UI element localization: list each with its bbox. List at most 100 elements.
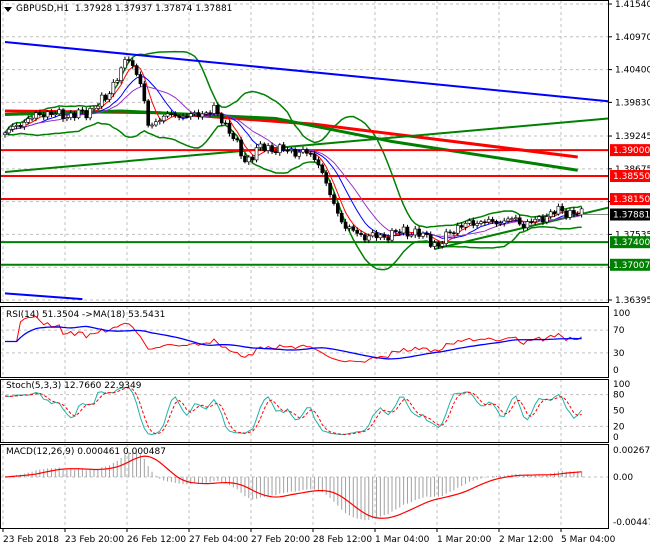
candle-body bbox=[115, 80, 120, 83]
candle-body bbox=[293, 149, 298, 157]
candle-body bbox=[169, 113, 174, 115]
candle-body bbox=[14, 125, 19, 127]
candle-body bbox=[285, 149, 290, 152]
time-axis-label: 28 Feb 12:00 bbox=[313, 535, 372, 545]
candle-body bbox=[57, 109, 61, 115]
candle-body bbox=[467, 220, 472, 224]
candle-body bbox=[556, 206, 561, 215]
candle-body bbox=[537, 216, 541, 220]
candle-body bbox=[274, 151, 278, 154]
candle-body bbox=[471, 220, 476, 226]
low-value: 1.37874 bbox=[155, 4, 193, 14]
rsi-ma-line bbox=[5, 325, 582, 360]
candle-body bbox=[533, 219, 537, 223]
candle-body bbox=[158, 120, 162, 123]
candle-body bbox=[366, 235, 371, 241]
candle-body bbox=[173, 113, 178, 117]
candle-body bbox=[216, 105, 220, 114]
candle-body bbox=[92, 107, 96, 110]
candle-body bbox=[111, 82, 116, 95]
candle-body bbox=[270, 145, 274, 152]
candle-body bbox=[386, 237, 390, 241]
candle-body bbox=[324, 172, 329, 184]
time-axis-label: 26 Feb 12:00 bbox=[127, 535, 186, 545]
time-axis-label: 27 Feb 04:00 bbox=[189, 535, 248, 545]
candle-body bbox=[455, 225, 460, 234]
candle-body bbox=[45, 111, 50, 118]
candle-body bbox=[3, 132, 7, 135]
candle-body bbox=[351, 226, 356, 231]
time-axis-label: 5 Mar 04:00 bbox=[561, 535, 616, 545]
macd-axis-label: -0.004477 bbox=[613, 518, 650, 528]
time-axis-label: 27 Feb 20:00 bbox=[251, 535, 310, 545]
candle-body bbox=[177, 115, 181, 118]
candle-body bbox=[308, 153, 313, 155]
high-value: 1.37937 bbox=[115, 4, 153, 14]
candle-body bbox=[119, 67, 123, 81]
candle-body bbox=[231, 133, 236, 139]
candle-body bbox=[378, 234, 383, 239]
candle-body bbox=[517, 217, 522, 225]
candle-body bbox=[34, 112, 38, 119]
symbol-dropdown-icon[interactable] bbox=[4, 7, 12, 12]
candle-body bbox=[394, 230, 398, 233]
bollinger-upper bbox=[4, 50, 582, 229]
symbol-label: GBPUSD,H1 bbox=[16, 4, 70, 14]
candle-body bbox=[514, 217, 518, 220]
candle-body bbox=[123, 59, 127, 69]
macd-label: MACD(12,26,9) 0.000461 0.000487 bbox=[6, 447, 166, 457]
candle-body bbox=[181, 116, 185, 118]
open-value: 1.37928 bbox=[74, 4, 113, 14]
candle-body bbox=[96, 105, 100, 109]
candle-body bbox=[452, 232, 456, 234]
stoch-axis-label: 80 bbox=[613, 391, 625, 401]
rsi-line bbox=[5, 315, 582, 363]
candle-body bbox=[579, 208, 584, 215]
candle-body bbox=[7, 128, 11, 134]
candle-body bbox=[277, 144, 282, 154]
rsi-axis-label: 0 bbox=[613, 366, 619, 376]
level-price-label: 1.37400 bbox=[613, 238, 650, 248]
candle-body bbox=[405, 226, 410, 237]
candle-body bbox=[363, 234, 367, 241]
candle-body bbox=[417, 228, 421, 237]
time-axis-label: 23 Feb 2018 bbox=[3, 535, 59, 545]
candle-body bbox=[320, 164, 325, 173]
candle-body bbox=[421, 232, 425, 237]
price-axis-label: 1.41540 bbox=[615, 0, 650, 10]
candle-body bbox=[382, 234, 387, 238]
candle-body bbox=[316, 159, 321, 166]
candle-body bbox=[30, 117, 34, 120]
candle-body bbox=[374, 232, 379, 239]
candle-body bbox=[80, 109, 85, 112]
price-axis-label: 1.39830 bbox=[615, 98, 650, 108]
candle-body bbox=[266, 145, 270, 151]
chart-canvas[interactable]: 1.415401.409701.404001.398301.392451.386… bbox=[0, 0, 650, 550]
candle-body bbox=[208, 112, 212, 115]
candle-body bbox=[134, 65, 139, 75]
candle-body bbox=[479, 221, 483, 224]
candle-body bbox=[521, 223, 526, 229]
candle-body bbox=[568, 210, 572, 218]
candle-body bbox=[370, 232, 375, 237]
chart-header: GBPUSD,H1 1.37928 1.37937 1.37874 1.3788… bbox=[16, 4, 232, 14]
candle-body bbox=[65, 117, 69, 120]
candle-body bbox=[204, 112, 209, 115]
candle-body bbox=[146, 100, 150, 126]
stoch-axis-label: 0 bbox=[613, 433, 619, 443]
pane-frame bbox=[0, 444, 609, 529]
candle-body bbox=[219, 113, 224, 124]
time-axis-label: 1 Mar 20:00 bbox=[437, 535, 492, 545]
candle-body bbox=[343, 221, 348, 229]
candle-body bbox=[560, 206, 565, 212]
candle-body bbox=[498, 223, 503, 225]
candle-body bbox=[305, 149, 309, 154]
rsi-label: RSI(14) 51.3504 ->MA(18) 53.5431 bbox=[6, 310, 166, 320]
candle-body bbox=[103, 94, 108, 100]
candle-body bbox=[18, 125, 23, 128]
candle-body bbox=[409, 234, 414, 237]
candle-body bbox=[154, 121, 158, 126]
candle-body bbox=[355, 230, 359, 234]
level-price-label: 1.38550 bbox=[613, 172, 650, 182]
candle-body bbox=[130, 60, 135, 66]
